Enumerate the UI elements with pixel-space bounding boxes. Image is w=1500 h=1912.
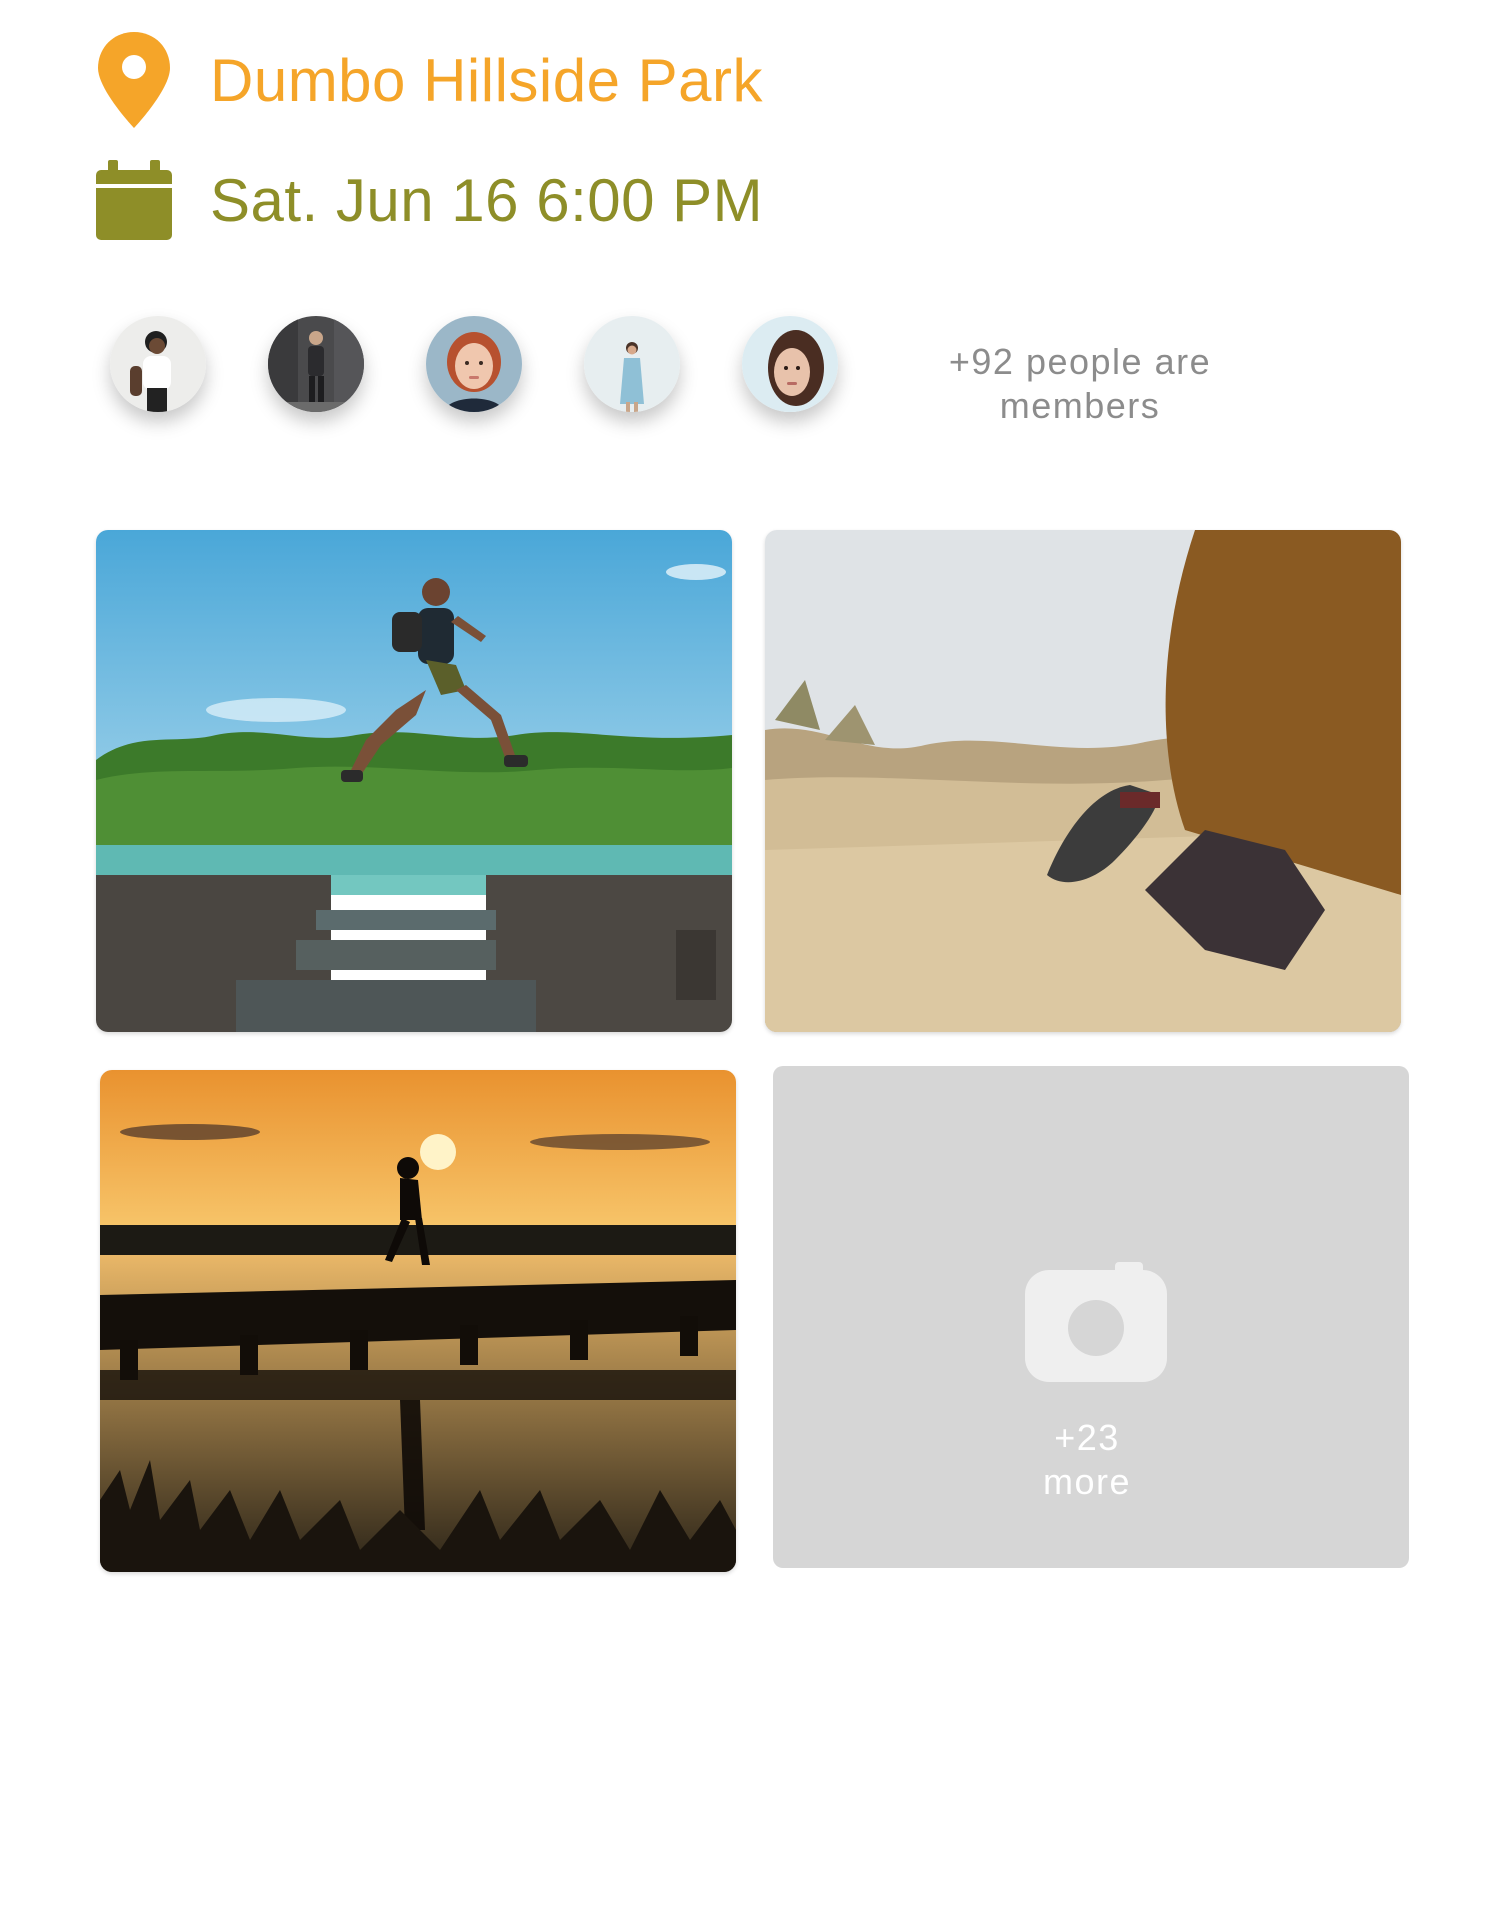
member-avatar-2[interactable] [268,316,364,412]
more-photos-label: more [1042,1461,1132,1502]
event-datetime: Sat. Jun 16 6:00 PM [210,166,764,234]
map-pin-icon [96,30,172,130]
event-photo-2[interactable] [765,530,1401,1032]
calendar-icon [96,160,172,240]
event-location[interactable]: Dumbo Hillside Park [210,46,763,115]
member-avatar-1[interactable] [110,316,206,412]
members-count-line2: members [999,385,1161,426]
member-avatar-5[interactable] [742,316,838,412]
more-photos-number: +23 [1054,1417,1120,1458]
more-photos-tile[interactable]: +23 more [773,1066,1409,1568]
members-count: +92 people are members [900,340,1260,428]
more-photos-count: +23 more [773,1416,1409,1504]
members-row[interactable]: +92 people are members [0,312,1500,442]
members-count-line1: +92 people are [948,341,1212,382]
event-photo-1[interactable] [96,530,732,1032]
member-avatar-4[interactable] [584,316,680,412]
event-photo-3[interactable] [100,1070,736,1572]
camera-icon [1025,1262,1167,1382]
member-avatar-3[interactable] [426,316,522,412]
